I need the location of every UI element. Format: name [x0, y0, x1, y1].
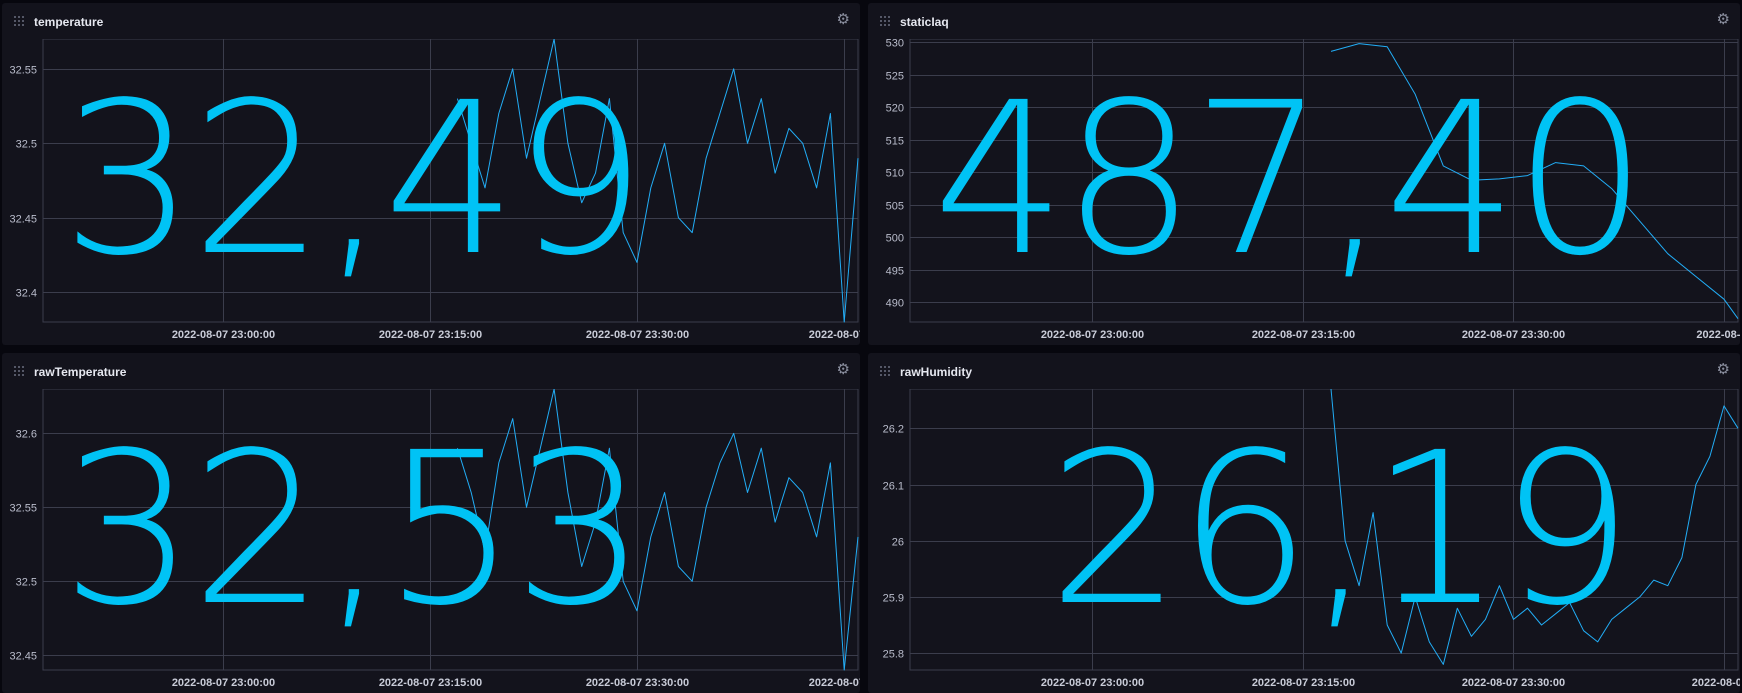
x-tick-label: 2022-08-07 23:00:00 — [172, 677, 275, 689]
x-tick-label: 2022-08-07 23:15:00 — [379, 677, 482, 689]
y-tick-label: 32.55 — [9, 65, 37, 77]
cell-staticiaq: staticIaq ⚙ 490 495 500 505 510 515 520 525 530 2… — [868, 3, 1740, 345]
cell-rawtemperature: rawTemperature ⚙ 32.45 32.5 32.55 32.6 2022-… — [2, 353, 860, 693]
y-tick-label: 25.9 — [883, 593, 904, 605]
series-line — [456, 39, 859, 323]
x-tick-label: 2022-08-07 — [1696, 329, 1740, 341]
drag-handle-icon[interactable] — [880, 16, 890, 26]
cell-header[interactable]: rawHumidity ⚙ — [868, 353, 1740, 389]
line-chart-temperature: 32.4 32.45 32.5 32.55 2022-08-07 23:00:00 202… — [2, 39, 860, 345]
y-tick-label: 515 — [886, 136, 904, 148]
y-tick-label: 510 — [886, 168, 904, 180]
x-tick-label: 2022-08-07 23:00:00 — [172, 329, 275, 341]
line-chart-rawtemperature: 32.45 32.5 32.55 32.6 2022-08-07 23:00:00 202… — [2, 389, 860, 693]
y-tick-label: 32.5 — [16, 577, 37, 589]
y-tick-label: 32.4 — [16, 288, 37, 300]
y-tick-label: 26 — [892, 537, 904, 549]
series-line — [1330, 43, 1739, 319]
gear-icon[interactable]: ⚙ — [1717, 12, 1730, 27]
cell-rawhumidity: rawHumidity ⚙ 25.8 25.9 26 26.1 26.2 2022-08-… — [868, 353, 1740, 693]
x-tick-label: 2022-08-07 23:00:00 — [1041, 329, 1144, 341]
cell-title: rawTemperature — [34, 365, 127, 379]
x-tick-label: 2022-08-07 23:30:00 — [1462, 677, 1565, 689]
x-tick-label: 2022-08-07 2 — [1692, 677, 1740, 689]
y-tick-label: 490 — [886, 298, 904, 310]
plot-frame — [42, 389, 859, 671]
line-chart-staticiaq: 490 495 500 505 510 515 520 525 530 2022-08-07 23… — [868, 39, 1740, 345]
x-tick-label: 2022-08-07 23:15:00 — [1252, 677, 1355, 689]
y-tick-label: 26.2 — [883, 424, 904, 436]
y-tick-label: 25.8 — [883, 649, 904, 661]
x-tick-label: 2022-08-07 23:30:00 — [1462, 329, 1565, 341]
x-tick-label: 2022-08-07 23:00:00 — [1041, 677, 1144, 689]
x-tick-label: 2022-08-07 23:30:00 — [586, 677, 689, 689]
y-tick-label: 32.45 — [9, 651, 37, 663]
y-tick-label: 505 — [886, 201, 904, 213]
series-line — [456, 389, 859, 671]
plot-frame — [909, 39, 1739, 323]
series-line — [1330, 389, 1739, 665]
drag-handle-icon[interactable] — [14, 16, 24, 26]
y-tick-label: 530 — [886, 39, 904, 50]
gear-icon[interactable]: ⚙ — [837, 362, 850, 377]
y-tick-label: 32.55 — [9, 503, 37, 515]
gear-icon[interactable]: ⚙ — [1717, 362, 1730, 377]
cell-title: staticIaq — [900, 15, 949, 29]
x-tick-label: 2022-08-07 23:15:00 — [1252, 329, 1355, 341]
y-tick-label: 520 — [886, 103, 904, 115]
x-tick-label: 2022-08-07 23:30:00 — [586, 329, 689, 341]
y-tick-label: 32.6 — [16, 429, 37, 441]
cell-header[interactable]: temperature ⚙ — [2, 3, 860, 39]
drag-handle-icon[interactable] — [880, 366, 890, 376]
plot-frame — [909, 389, 1739, 671]
cell-temperature: temperature ⚙ 32.4 32.45 32.5 32.55 2022-08-… — [2, 3, 860, 345]
cell-title: temperature — [34, 15, 104, 29]
y-tick-label: 32.45 — [9, 214, 37, 226]
cell-header[interactable]: rawTemperature ⚙ — [2, 353, 860, 389]
y-tick-label: 495 — [886, 266, 904, 278]
cell-title: rawHumidity — [900, 365, 973, 379]
gear-icon[interactable]: ⚙ — [837, 12, 850, 27]
y-tick-label: 525 — [886, 71, 904, 83]
cell-header[interactable]: staticIaq ⚙ — [868, 3, 1740, 39]
x-tick-label: 2022-08-07 23 — [809, 677, 860, 689]
line-chart-rawhumidity: 25.8 25.9 26 26.1 26.2 2022-08-07 23:00:00 202… — [868, 389, 1740, 693]
x-tick-label: 2022-08-07 23:15:00 — [379, 329, 482, 341]
y-tick-label: 500 — [886, 233, 904, 245]
y-tick-label: 26.1 — [883, 481, 904, 493]
drag-handle-icon[interactable] — [14, 366, 24, 376]
y-tick-label: 32.5 — [16, 139, 37, 151]
x-tick-label: 2022-08-07 23 — [809, 329, 860, 341]
